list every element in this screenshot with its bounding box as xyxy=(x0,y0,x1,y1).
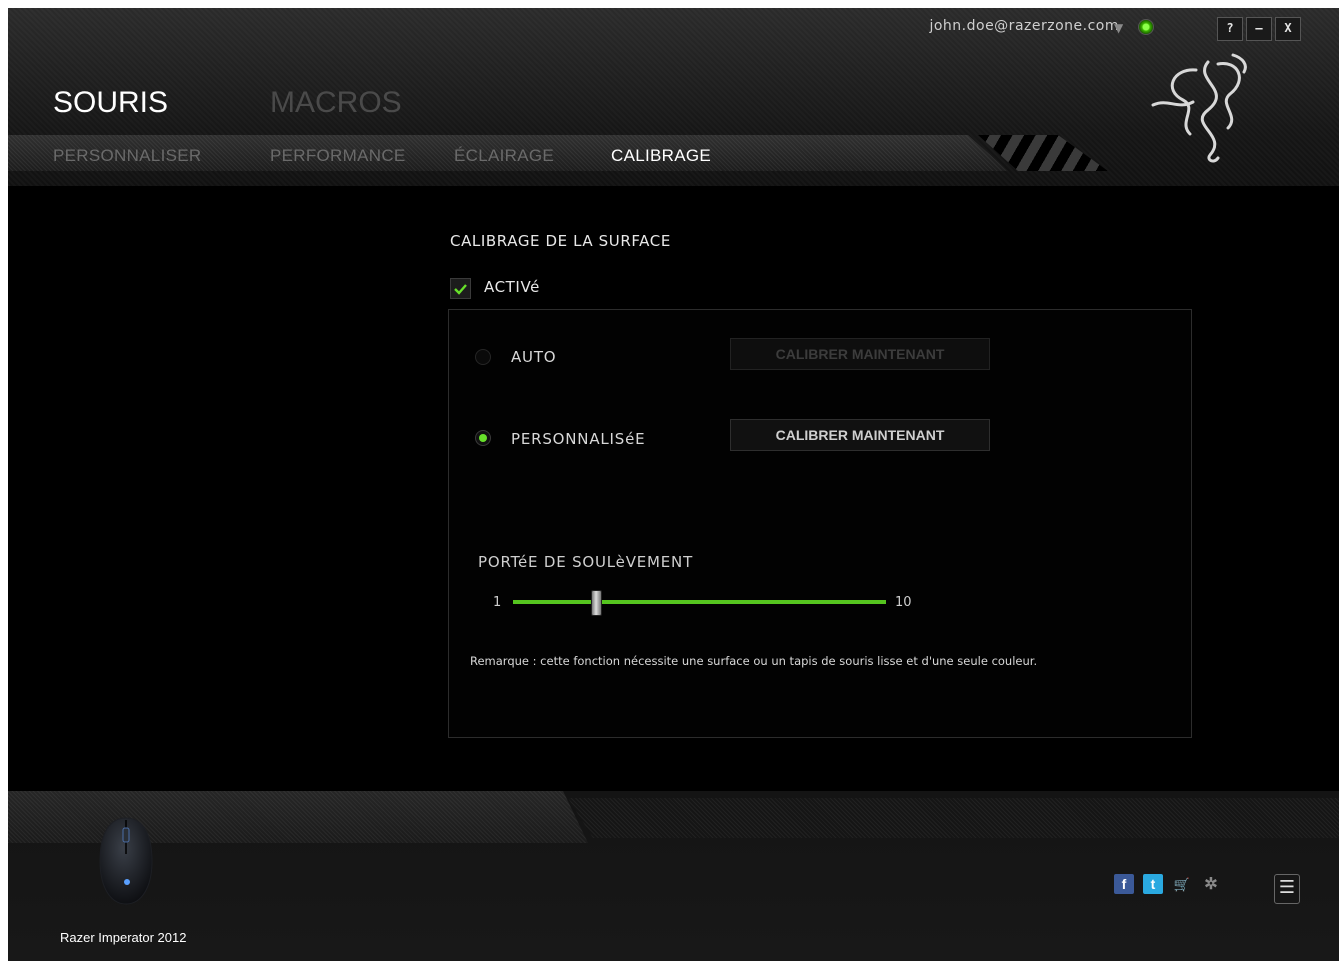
razer-logo-icon xyxy=(1151,53,1247,163)
auto-radio[interactable] xyxy=(475,349,491,365)
store-cart-icon[interactable]: 🛒 xyxy=(1172,874,1192,894)
tab-personnaliser[interactable]: PERSONNALISER xyxy=(53,146,201,166)
custom-radio-label[interactable]: PERSONNALISéE xyxy=(511,430,645,448)
minimize-button[interactable]: – xyxy=(1246,17,1272,41)
close-button[interactable]: X xyxy=(1275,17,1301,41)
enable-checkbox-label[interactable]: ACTIVé xyxy=(484,278,540,296)
hamburger-icon: ☰ xyxy=(1278,877,1296,898)
synapse-window: john.doe@razerzone.com ▼ ? – X SOURIS MA… xyxy=(8,8,1339,961)
custom-calibrate-button[interactable]: CALIBRER MAINTENANT xyxy=(730,419,990,451)
account-dropdown-icon[interactable]: ▼ xyxy=(1114,21,1123,35)
footer-decoration-right xyxy=(568,798,1339,838)
main-tab-souris[interactable]: SOURIS xyxy=(53,86,168,120)
online-status-icon xyxy=(1138,19,1154,35)
tab-calibrage[interactable]: CALIBRAGE xyxy=(611,146,711,166)
razer-icon[interactable]: ✲ xyxy=(1201,874,1221,894)
lift-range-slider-track[interactable] xyxy=(513,600,886,604)
main-tab-macros[interactable]: MACROS xyxy=(270,86,402,120)
calibration-note: Remarque : cette fonction nécessite une … xyxy=(470,654,1038,668)
device-name: Razer Imperator 2012 xyxy=(60,930,187,945)
lift-range-max-label: 10 xyxy=(895,595,912,610)
auto-radio-label[interactable]: AUTO xyxy=(511,348,556,366)
help-button[interactable]: ? xyxy=(1217,17,1243,41)
lift-range-title: PORTéE DE SOULèVEMENT xyxy=(478,553,694,571)
checkmark-icon xyxy=(454,284,467,295)
menu-button[interactable]: ☰ xyxy=(1274,874,1300,904)
lift-range-min-label: 1 xyxy=(493,595,502,610)
section-title: CALIBRAGE DE LA SURFACE xyxy=(450,232,671,250)
tab-performance[interactable]: PERFORMANCE xyxy=(270,146,406,166)
auto-calibrate-button[interactable]: CALIBRER MAINTENANT xyxy=(730,338,990,370)
account-email[interactable]: john.doe@razerzone.com xyxy=(929,18,1119,34)
mouse-image-icon xyxy=(99,817,153,905)
lift-range-slider-handle[interactable] xyxy=(590,590,602,616)
custom-radio[interactable] xyxy=(475,430,491,446)
tab-eclairage[interactable]: ÉCLAIRAGE xyxy=(454,146,554,166)
twitter-icon[interactable]: t xyxy=(1143,874,1163,894)
calibration-panel xyxy=(448,309,1192,738)
facebook-icon[interactable]: f xyxy=(1114,874,1134,894)
enable-checkbox[interactable] xyxy=(450,278,471,299)
